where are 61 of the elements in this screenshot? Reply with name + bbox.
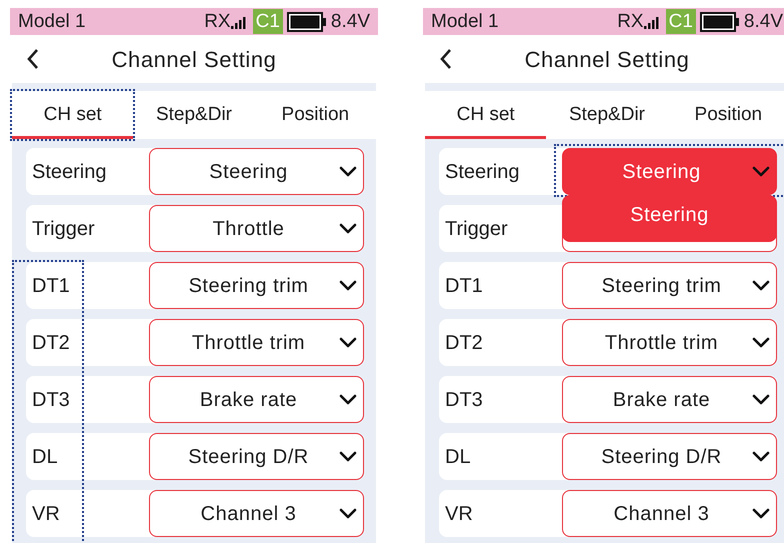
dropdown[interactable]: Channel 3 bbox=[562, 490, 777, 537]
rx-label: RX bbox=[617, 12, 644, 31]
row-label: DL bbox=[31, 444, 59, 470]
dropdown[interactable]: Throttle trim bbox=[562, 319, 777, 366]
chevron-down-icon bbox=[339, 280, 357, 291]
chevron-down-icon bbox=[752, 508, 770, 519]
chevron-down-icon bbox=[752, 394, 770, 405]
chevron-down-icon bbox=[339, 394, 357, 405]
chevron-down-icon bbox=[339, 223, 357, 234]
dropdown[interactable]: Steering D/R bbox=[149, 433, 364, 480]
channel-badge: C1 bbox=[252, 9, 283, 34]
screen-title: Channel Setting bbox=[524, 46, 690, 74]
row-label: Trigger bbox=[31, 216, 96, 242]
row-label: DT3 bbox=[444, 388, 484, 412]
dropdown[interactable]: Steering trim bbox=[562, 262, 777, 309]
tab[interactable]: CH set bbox=[12, 91, 134, 139]
chevron-down-icon bbox=[752, 166, 770, 177]
dropdown[interactable]: Steering bbox=[562, 148, 777, 195]
back-icon[interactable] bbox=[439, 48, 453, 70]
chevron-down-icon bbox=[339, 166, 357, 177]
chevron-down-icon bbox=[752, 451, 770, 462]
battery-icon bbox=[700, 12, 740, 32]
dropdown[interactable]: Throttle bbox=[149, 205, 364, 252]
row-label: DT2 bbox=[31, 330, 71, 356]
chevron-down-icon bbox=[339, 337, 357, 348]
tab[interactable]: Step&Dir bbox=[546, 91, 668, 139]
row-label: DT2 bbox=[444, 330, 484, 356]
tab[interactable]: Step&Dir bbox=[133, 91, 255, 139]
voltage: 8.4V bbox=[744, 12, 783, 31]
row-label: VR bbox=[31, 502, 61, 526]
row-label: DT3 bbox=[31, 388, 71, 412]
tab[interactable]: Position bbox=[668, 91, 784, 139]
model-name: Model 1 bbox=[18, 12, 86, 31]
row-label: DT1 bbox=[31, 274, 71, 298]
tab[interactable]: CH set bbox=[425, 91, 546, 139]
row-label: Steering bbox=[444, 160, 520, 184]
battery-icon bbox=[286, 12, 327, 32]
dropdown[interactable]: Steering D/R bbox=[562, 433, 777, 480]
dropdown[interactable]: Steering trim bbox=[149, 262, 364, 309]
model-name: Model 1 bbox=[431, 12, 499, 31]
dropdown[interactable]: Brake rate bbox=[149, 376, 364, 423]
dropdown[interactable]: Steering bbox=[149, 148, 364, 195]
row-label: VR bbox=[444, 502, 474, 526]
rx-label: RX bbox=[204, 12, 231, 31]
row-label: DT1 bbox=[444, 274, 484, 298]
tab[interactable]: Position bbox=[254, 91, 376, 139]
chevron-down-icon bbox=[339, 451, 357, 462]
screen-title: Channel Setting bbox=[112, 46, 276, 74]
dropdown[interactable]: Throttle trim bbox=[149, 319, 364, 366]
dropdown-option[interactable]: Steering bbox=[562, 195, 777, 242]
dropdown[interactable]: Channel 3 bbox=[149, 490, 364, 537]
dropdown[interactable]: Brake rate bbox=[562, 376, 777, 423]
chevron-down-icon bbox=[752, 280, 770, 291]
row-label: Steering bbox=[31, 160, 108, 184]
back-icon[interactable] bbox=[26, 48, 40, 70]
chevron-down-icon bbox=[339, 508, 357, 519]
voltage: 8.4V bbox=[330, 12, 370, 31]
row-label: DL bbox=[444, 444, 472, 470]
chevron-down-icon bbox=[752, 337, 770, 348]
channel-badge: C1 bbox=[666, 9, 696, 34]
row-label: Trigger bbox=[444, 216, 509, 242]
